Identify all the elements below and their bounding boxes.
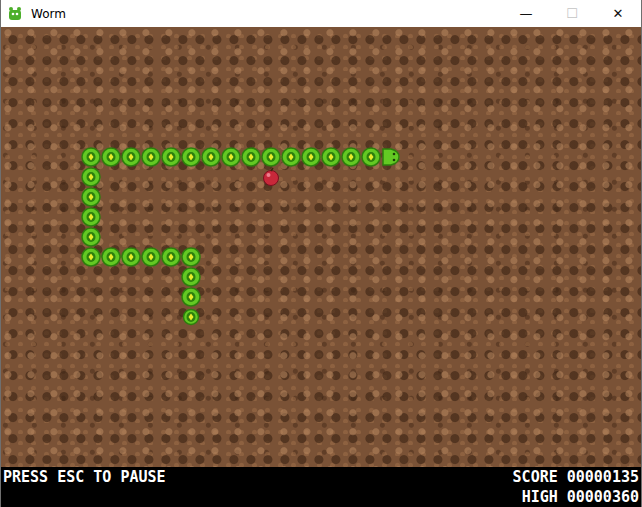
apple	[264, 168, 279, 186]
worm-head	[383, 149, 399, 165]
worm-segment	[362, 148, 380, 166]
worm-segment	[182, 288, 200, 306]
worm-tail	[184, 310, 199, 325]
worm-segment	[262, 148, 280, 166]
window-control-button[interactable]: —	[503, 0, 549, 27]
worm-segment	[162, 248, 180, 266]
game-window: Worm—☐✕ PRESS ESC TO PAUSE SCORE00000135HI…	[0, 0, 642, 507]
worm-segment	[82, 148, 100, 166]
worm-segment	[302, 148, 320, 166]
worm-segment	[342, 148, 360, 166]
worm-segment	[82, 248, 100, 266]
worm-segment	[222, 148, 240, 166]
worm-segment	[182, 148, 200, 166]
status-bar: PRESS ESC TO PAUSE SCORE00000135HIGH00000…	[1, 467, 641, 507]
worm-segment	[142, 248, 160, 266]
worm-segment	[102, 148, 120, 166]
worm-segment	[202, 148, 220, 166]
worm-segment	[162, 148, 180, 166]
worm-segment	[82, 188, 100, 206]
pause-hint: PRESS ESC TO PAUSE	[3, 467, 166, 487]
title-bar: Worm—☐✕	[1, 0, 641, 27]
window-title: Worm	[31, 7, 503, 21]
score: SCORE00000135	[513, 467, 639, 487]
worm-app-icon	[7, 6, 23, 22]
worm-segment	[102, 248, 120, 266]
worm-segment	[282, 148, 300, 166]
worm-segment	[322, 148, 340, 166]
worm-segment	[122, 248, 140, 266]
worm-segment	[182, 268, 200, 286]
high-score: HIGH00000360	[522, 487, 639, 507]
playfield	[1, 27, 641, 467]
worm-segment	[82, 208, 100, 226]
worm-segment	[82, 228, 100, 246]
window-control-button: ☐	[549, 0, 595, 27]
worm-segment	[182, 248, 200, 266]
worm-segment	[122, 148, 140, 166]
window-control-button[interactable]: ✕	[595, 0, 641, 27]
game-board	[1, 27, 641, 467]
worm-segment	[82, 168, 100, 186]
worm-segment	[242, 148, 260, 166]
worm-segment	[142, 148, 160, 166]
